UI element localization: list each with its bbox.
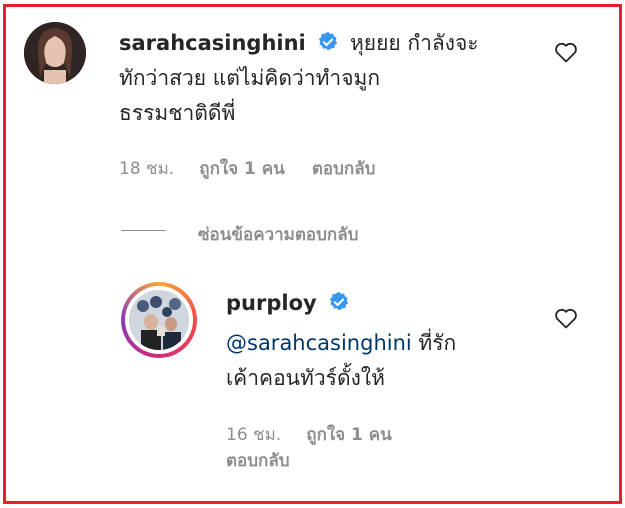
comment-text-line1: หุยยย กำลังจะ	[349, 31, 479, 55]
reply-reply-button[interactable]: ตอบกลับ	[226, 447, 290, 474]
comment-time: 18 ชม.	[119, 159, 175, 179]
heart-icon[interactable]	[554, 41, 578, 67]
reply-likes[interactable]: ถูกใจ 1 คน	[306, 425, 392, 445]
story-ring[interactable]	[121, 282, 197, 358]
comment-text-line2: ทักว่าสวย แต่ไม่คิดว่าทำจมูก	[119, 66, 381, 90]
heart-icon[interactable]	[554, 307, 578, 333]
hide-replies-divider	[121, 230, 166, 231]
verified-badge-icon	[317, 31, 339, 57]
reply-mention-link[interactable]: @sarahcasinghini	[226, 331, 412, 355]
comment-text-line3: ธรรมชาติดีพี่	[119, 101, 236, 125]
comment-likes[interactable]: ถูกใจ 1 คน	[199, 159, 285, 179]
reply-text-line1: ที่รัก	[411, 331, 457, 355]
comment-reply-button[interactable]: ตอบกลับ	[312, 159, 376, 179]
comment-username[interactable]: sarahcasinghini	[119, 31, 306, 55]
reply-time: 16 ชม.	[226, 425, 282, 445]
avatar	[129, 290, 189, 350]
hide-replies-button[interactable]: ซ่อนข้อความตอบกลับ	[198, 221, 358, 248]
avatar[interactable]	[24, 22, 86, 84]
reply-text-line2: เค้าคอนทัวร์ดั้งให้	[226, 366, 385, 390]
verified-badge-icon	[328, 291, 350, 317]
reply-username[interactable]: purploy	[226, 291, 317, 315]
